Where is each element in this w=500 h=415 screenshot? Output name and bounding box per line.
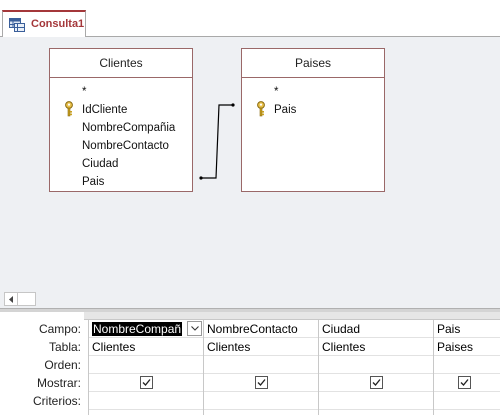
tabla-cell[interactable]: Paises: [434, 338, 500, 356]
tab-consulta1[interactable]: Consulta1: [2, 10, 86, 38]
triangle-left-icon: [9, 296, 13, 303]
criterios-cell[interactable]: [434, 392, 500, 410]
grid-column: Pais Paises: [433, 320, 500, 415]
field-item[interactable]: NombreContacto: [82, 137, 169, 155]
campo-cell[interactable]: Pais: [434, 320, 500, 338]
row-label-campo: Campo:: [38, 322, 81, 336]
grid-column: Ciudad Clientes: [318, 320, 433, 415]
orden-cell[interactable]: [319, 356, 433, 374]
orden-cell[interactable]: [204, 356, 318, 374]
grid-column: NombreCompañ Clientes: [88, 320, 203, 415]
field-item[interactable]: NombreCompañia: [82, 119, 175, 137]
row-label-mostrar: Mostrar:: [36, 376, 81, 390]
campo-cell[interactable]: NombreContacto: [204, 320, 318, 338]
grid-row-labels: Campo: Tabla: Orden: Mostrar: Criterios:: [0, 320, 84, 410]
design-horizontal-scrollbar[interactable]: [0, 290, 500, 308]
field-item[interactable]: *: [82, 83, 86, 101]
criterios-cell[interactable]: [204, 392, 318, 410]
campo-value-selected: NombreCompañ: [92, 322, 183, 336]
field-list-title[interactable]: Clientes: [50, 49, 192, 78]
campo-cell[interactable]: Ciudad: [319, 320, 433, 338]
campo-dropdown-button[interactable]: [187, 321, 202, 336]
mostrar-checkbox[interactable]: [140, 376, 153, 389]
grid-column-selectors[interactable]: [84, 312, 500, 320]
tab-label: Consulta1: [31, 18, 85, 30]
field-item[interactable]: Pais: [82, 173, 104, 191]
query-design-grid: Campo: Tabla: Orden: Mostrar: Criterios:…: [0, 312, 500, 415]
checkmark-icon: [142, 379, 151, 386]
field-list-paises[interactable]: Paises * Pais: [241, 48, 385, 192]
mostrar-checkbox[interactable]: [255, 376, 268, 389]
orden-cell[interactable]: [434, 356, 500, 374]
mostrar-checkbox[interactable]: [458, 376, 471, 389]
field-item[interactable]: Pais: [274, 101, 296, 119]
row-label-tabla: Tabla:: [48, 340, 81, 354]
field-item[interactable]: Ciudad: [82, 155, 118, 173]
query-icon: [9, 18, 25, 32]
scroll-thumb[interactable]: [18, 292, 36, 306]
tabla-cell[interactable]: Clientes: [204, 338, 318, 356]
orden-cell[interactable]: [89, 356, 203, 374]
tabla-cell[interactable]: Clientes: [319, 338, 433, 356]
primary-key-icon: [257, 101, 265, 117]
document-tab-bar: Consulta1: [0, 0, 500, 38]
mostrar-cell: [89, 374, 203, 392]
scroll-left-button[interactable]: [4, 292, 18, 306]
campo-cell[interactable]: NombreCompañ: [89, 320, 203, 338]
criterios-cell[interactable]: [89, 392, 203, 410]
checkmark-icon: [372, 379, 381, 386]
field-item[interactable]: *: [274, 83, 278, 101]
query-design-pane[interactable]: Clientes * IdCliente NombreCompañia Nomb…: [0, 37, 500, 290]
mostrar-checkbox[interactable]: [370, 376, 383, 389]
chevron-down-icon: [191, 326, 199, 331]
checkmark-icon: [257, 379, 266, 386]
field-list-clientes[interactable]: Clientes * IdCliente NombreCompañia Nomb…: [49, 48, 193, 192]
row-label-orden: Orden:: [44, 358, 81, 372]
mostrar-cell: [434, 374, 500, 392]
tabla-cell[interactable]: Clientes: [89, 338, 203, 356]
mostrar-cell: [204, 374, 318, 392]
mostrar-cell: [319, 374, 433, 392]
row-label-criterios: Criterios:: [32, 394, 81, 408]
criterios-cell[interactable]: [319, 392, 433, 410]
field-list-title[interactable]: Paises: [242, 49, 384, 78]
grid-column: NombreContacto Clientes: [203, 320, 318, 415]
field-item[interactable]: IdCliente: [82, 101, 127, 119]
checkmark-icon: [460, 379, 469, 386]
primary-key-icon: [65, 101, 73, 117]
